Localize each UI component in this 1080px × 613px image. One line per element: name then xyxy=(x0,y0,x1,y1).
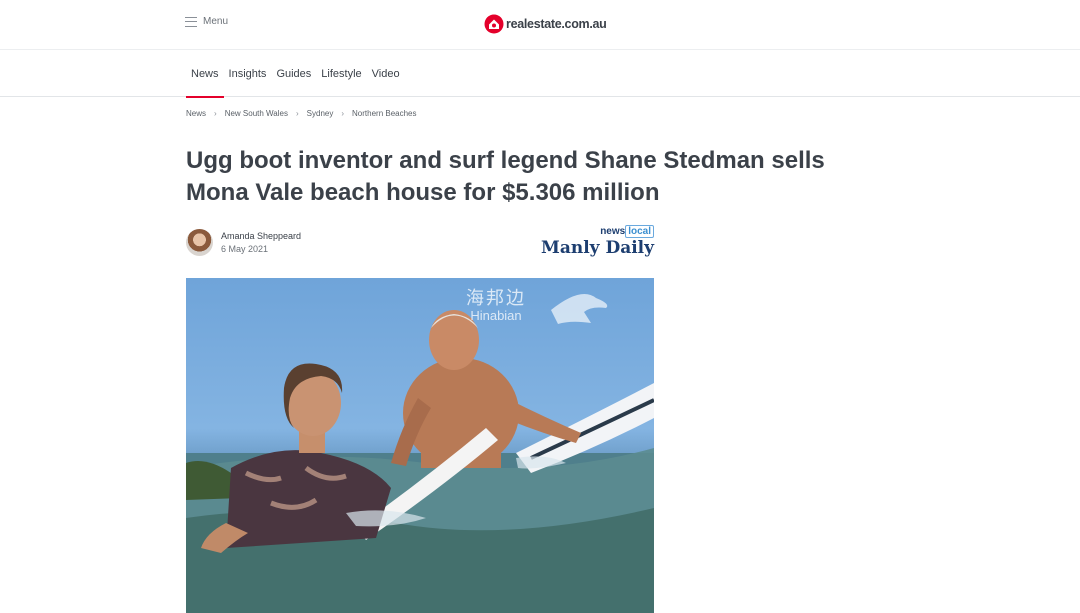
section-nav: News Insights Guides Lifestyle Video xyxy=(0,51,1080,98)
publication-logo: news local Manly Daily xyxy=(540,225,654,258)
author-name[interactable]: Amanda Sheppeard xyxy=(221,231,301,241)
nav-item-video[interactable]: Video xyxy=(367,51,405,97)
nav-item-news[interactable]: News xyxy=(186,51,224,98)
logo-text: realestate.com.au xyxy=(506,17,607,31)
chevron-right-icon: › xyxy=(295,109,299,118)
breadcrumb-news[interactable]: News xyxy=(186,109,206,118)
chevron-right-icon: › xyxy=(341,109,345,118)
site-header: Menu realestate.com.au xyxy=(0,0,1080,50)
pub-news-text: news xyxy=(600,226,626,237)
article-headline: Ugg boot inventor and surf legend Shane … xyxy=(186,147,825,206)
publish-date: 6 May 2021 xyxy=(221,244,269,254)
nav-item-lifestyle[interactable]: Lifestyle xyxy=(316,51,366,97)
hamburger-icon xyxy=(185,16,197,27)
breadcrumb-northern-beaches[interactable]: Northern Beaches xyxy=(352,109,416,118)
breadcrumb: News › New South Wales › Sydney › Northe… xyxy=(186,109,417,118)
hero-image: 海邦边 Hinabian xyxy=(186,278,654,613)
surfers-photo xyxy=(186,294,654,613)
house-logo-icon xyxy=(484,14,504,34)
breadcrumb-nsw[interactable]: New South Wales xyxy=(225,109,288,118)
site-logo[interactable]: realestate.com.au xyxy=(484,14,607,34)
menu-button[interactable]: Menu xyxy=(185,16,228,27)
nav-item-insights[interactable]: Insights xyxy=(224,51,272,97)
breadcrumb-sydney[interactable]: Sydney xyxy=(307,109,334,118)
watermark-cn: 海邦边 xyxy=(466,288,526,309)
pub-name: Manly Daily xyxy=(541,238,654,258)
byline: Amanda Sheppeard 6 May 2021 xyxy=(186,229,301,256)
author-avatar[interactable] xyxy=(186,229,213,256)
nav-item-guides[interactable]: Guides xyxy=(271,51,316,97)
watermark: 海邦边 Hinabian xyxy=(466,284,526,323)
watermark-en: Hinabian xyxy=(470,308,522,323)
chevron-right-icon: › xyxy=(214,109,217,118)
menu-label: Menu xyxy=(203,16,229,27)
pub-local-badge: local xyxy=(625,225,654,238)
